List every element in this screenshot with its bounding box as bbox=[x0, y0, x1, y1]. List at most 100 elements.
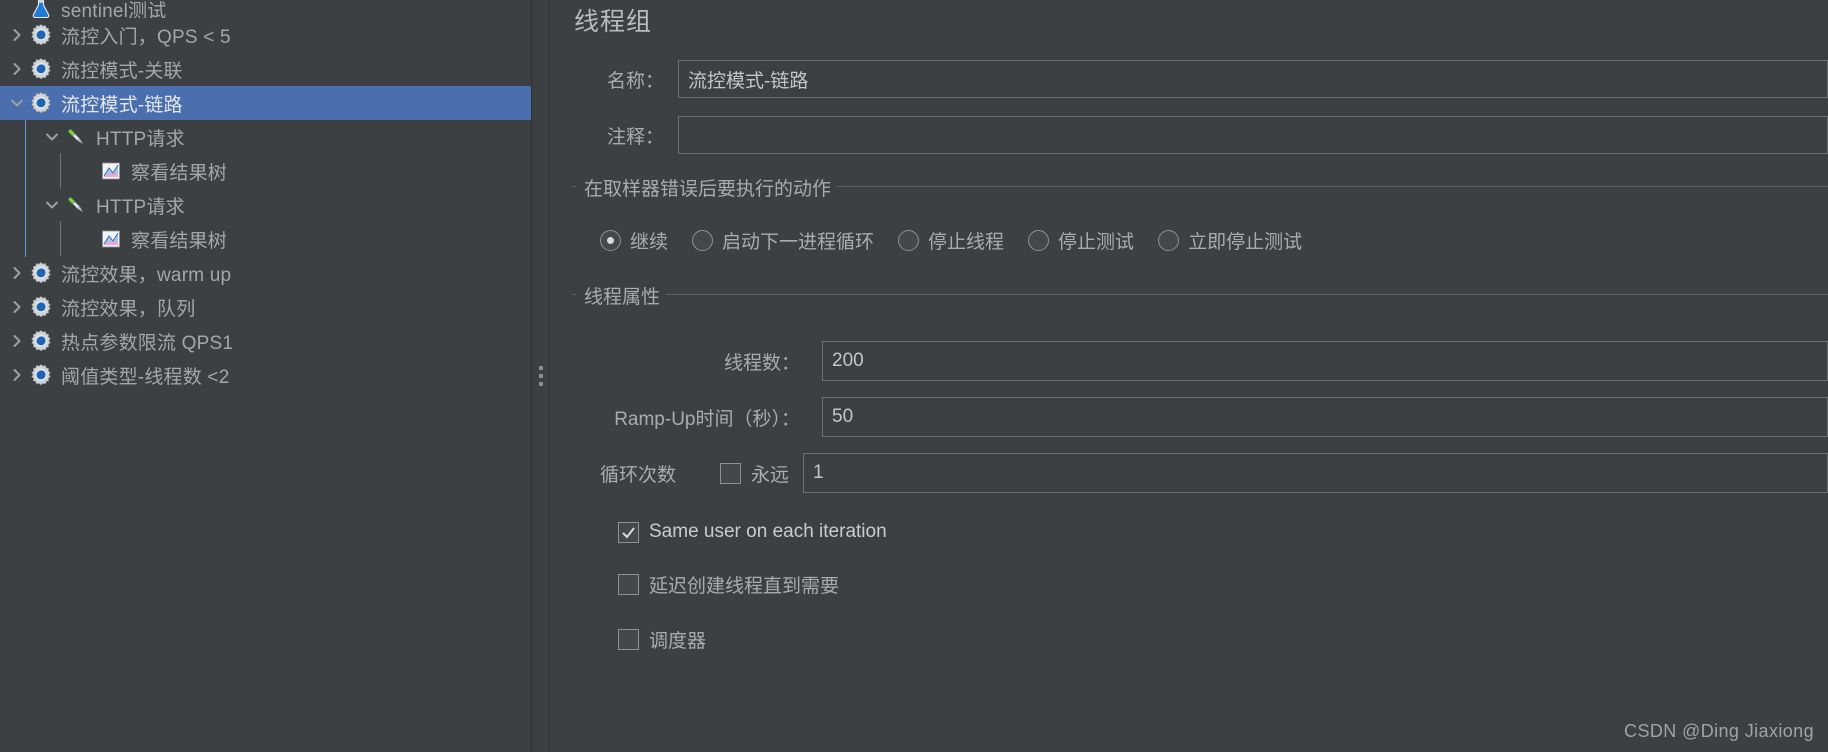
thread-group-icon bbox=[28, 56, 54, 82]
thread-group-form: 线程组 名称： 注释： 在取样器错误后要执行的动作 继续 启动下一进程循环 停止线程… bbox=[550, 0, 1828, 752]
thread-group-icon bbox=[28, 90, 54, 116]
thread-properties-title: 线程属性 bbox=[576, 282, 667, 309]
thread-count-row: 线程数： bbox=[572, 341, 1828, 381]
tree-node-label: 察看结果树 bbox=[131, 162, 228, 184]
comment-label: 注释： bbox=[606, 126, 664, 148]
error-action-option[interactable]: 继续 bbox=[600, 227, 668, 254]
tree-node-label: 流控模式-关联 bbox=[61, 60, 183, 82]
page-title: 线程组 bbox=[574, 8, 653, 36]
chevron-right-icon[interactable] bbox=[6, 300, 28, 314]
scheduler-checkbox[interactable] bbox=[618, 629, 639, 650]
tree-node-label: HTTP请求 bbox=[96, 196, 185, 218]
radio-label: 立即停止测试 bbox=[1188, 232, 1303, 253]
tree-node-label: 察看结果树 bbox=[131, 230, 228, 252]
error-action-option[interactable]: 立即停止测试 bbox=[1158, 227, 1302, 254]
tree-node-label: 热点参数限流 QPS1 bbox=[61, 332, 234, 354]
forever-label: 永远 bbox=[751, 464, 790, 486]
chevron-right-icon[interactable] bbox=[6, 266, 28, 280]
error-action-radio-group[interactable]: 继续 启动下一进程循环 停止线程 停止测试 立即停止测试 bbox=[572, 217, 1828, 260]
tree-node[interactable]: HTTP请求 bbox=[0, 188, 531, 222]
tree-node[interactable]: 热点参数限流 QPS1 bbox=[0, 324, 531, 358]
radio-button[interactable] bbox=[600, 230, 621, 251]
same-user-row[interactable]: Same user on each iteration bbox=[618, 521, 1828, 543]
error-action-option[interactable]: 启动下一进程循环 bbox=[692, 227, 874, 254]
delay-create-checkbox[interactable] bbox=[618, 574, 639, 595]
tree-node-label: 阈值类型-线程数 <2 bbox=[61, 366, 230, 388]
thread-group-icon bbox=[28, 294, 54, 320]
radio-label: 继续 bbox=[630, 232, 669, 253]
panel-splitter[interactable] bbox=[531, 0, 550, 752]
error-action-option[interactable]: 停止线程 bbox=[898, 227, 1004, 254]
radio-label: 停止线程 bbox=[928, 232, 1005, 253]
error-action-body: 继续 启动下一进程循环 停止线程 停止测试 立即停止测试 bbox=[572, 201, 1828, 260]
radio-button[interactable] bbox=[898, 230, 920, 251]
view-results-tree-icon bbox=[98, 226, 124, 252]
chevron-right-icon[interactable] bbox=[6, 368, 28, 382]
delay-create-label: 延迟创建线程直到需要 bbox=[649, 576, 840, 597]
ramp-up-label: Ramp-Up时间（秒）： bbox=[614, 408, 800, 430]
thread-group-icon bbox=[28, 22, 54, 48]
forever-checkbox[interactable] bbox=[720, 462, 741, 484]
test-plan-tree-panel[interactable]: sentinel测试流控入门，QPS < 5 流控模式-关联 流控模式-链路 HTTP… bbox=[0, 0, 531, 752]
radio-button[interactable] bbox=[1028, 230, 1050, 251]
tree-node-label: 流控效果，warm up bbox=[61, 264, 232, 286]
name-label: 名称： bbox=[606, 70, 664, 92]
tree-node-label: 流控效果，队列 bbox=[61, 298, 196, 320]
scheduler-row[interactable]: 调度器 bbox=[618, 626, 1828, 653]
thread-group-icon bbox=[28, 362, 54, 388]
tree-node-label: HTTP请求 bbox=[96, 128, 185, 150]
error-action-title: 在取样器错误后要执行的动作 bbox=[576, 174, 838, 201]
error-action-option[interactable]: 停止测试 bbox=[1028, 227, 1134, 254]
http-sampler-icon bbox=[63, 192, 89, 218]
http-sampler-icon bbox=[63, 124, 89, 150]
splitter-grip-icon bbox=[538, 366, 543, 386]
loop-count-input[interactable] bbox=[803, 453, 1828, 493]
chevron-right-icon[interactable] bbox=[6, 62, 28, 76]
tree-node-label: 流控模式-链路 bbox=[61, 94, 183, 116]
tree-node[interactable]: 流控入门，QPS < 5 bbox=[0, 18, 531, 52]
comment-field-row: 注释： bbox=[572, 116, 1828, 154]
chevron-down-icon[interactable] bbox=[6, 96, 28, 110]
chevron-down-icon[interactable] bbox=[41, 130, 63, 144]
same-user-label: Same user on each iteration bbox=[649, 521, 887, 542]
tree-node[interactable]: 阈值类型-线程数 <2 bbox=[0, 358, 531, 392]
chevron-down-icon[interactable] bbox=[41, 198, 63, 212]
same-user-checkbox[interactable] bbox=[618, 521, 639, 543]
tree-node[interactable]: 流控模式-关联 bbox=[0, 52, 531, 86]
scheduler-label: 调度器 bbox=[649, 631, 707, 652]
tree-node-label: 流控入门，QPS < 5 bbox=[61, 26, 231, 48]
group-border-thread-props bbox=[572, 294, 1828, 295]
forever-checkbox-wrap[interactable]: 永远 bbox=[720, 460, 789, 487]
error-action-group: 在取样器错误后要执行的动作 继续 启动下一进程循环 停止线程 停止测试 立即停止测试 bbox=[572, 174, 1828, 260]
thread-properties-body: 线程数： Ramp-Up时间（秒）： 循环次数 bbox=[572, 309, 1828, 653]
radio-label: 启动下一进程循环 bbox=[722, 232, 875, 253]
tree-node-label: sentinel测试 bbox=[61, 0, 167, 19]
tree-node[interactable]: 流控效果，warm up bbox=[0, 256, 531, 290]
tree-node[interactable]: 察看结果树 bbox=[0, 154, 531, 188]
chevron-right-icon[interactable] bbox=[6, 334, 28, 348]
tree-node[interactable]: 流控效果，队列 bbox=[0, 290, 531, 324]
watermark: CSDN @Ding Jiaxiong bbox=[1624, 721, 1814, 741]
loop-count-row: 循环次数 永远 bbox=[572, 453, 1828, 493]
thread-properties-group: 线程属性 线程数： Ramp-Up时间（秒）： 循环次数 bbox=[572, 282, 1828, 653]
radio-label: 停止测试 bbox=[1058, 232, 1135, 253]
delay-create-row[interactable]: 延迟创建线程直到需要 bbox=[618, 571, 1828, 598]
name-field-row: 名称： bbox=[572, 60, 1828, 98]
loop-count-label: 循环次数 bbox=[600, 464, 677, 486]
tree-node[interactable]: HTTP请求 bbox=[0, 120, 531, 154]
radio-button[interactable] bbox=[692, 230, 714, 251]
tree-node[interactable]: 察看结果树 bbox=[0, 222, 531, 256]
ramp-up-row: Ramp-Up时间（秒）： bbox=[572, 397, 1828, 437]
thread-count-input[interactable] bbox=[822, 341, 1828, 381]
test-plan-icon bbox=[28, 0, 54, 18]
comment-input[interactable] bbox=[678, 116, 1828, 154]
name-input[interactable] bbox=[678, 60, 1828, 98]
thread-group-icon bbox=[28, 328, 54, 354]
ramp-up-input[interactable] bbox=[822, 397, 1828, 437]
radio-button[interactable] bbox=[1158, 230, 1180, 251]
tree-node[interactable]: 流控模式-链路 bbox=[0, 86, 531, 120]
tree-node[interactable]: sentinel测试 bbox=[0, 0, 531, 18]
thread-group-icon bbox=[28, 260, 54, 286]
chevron-right-icon[interactable] bbox=[6, 28, 28, 42]
view-results-tree-icon bbox=[98, 158, 124, 184]
